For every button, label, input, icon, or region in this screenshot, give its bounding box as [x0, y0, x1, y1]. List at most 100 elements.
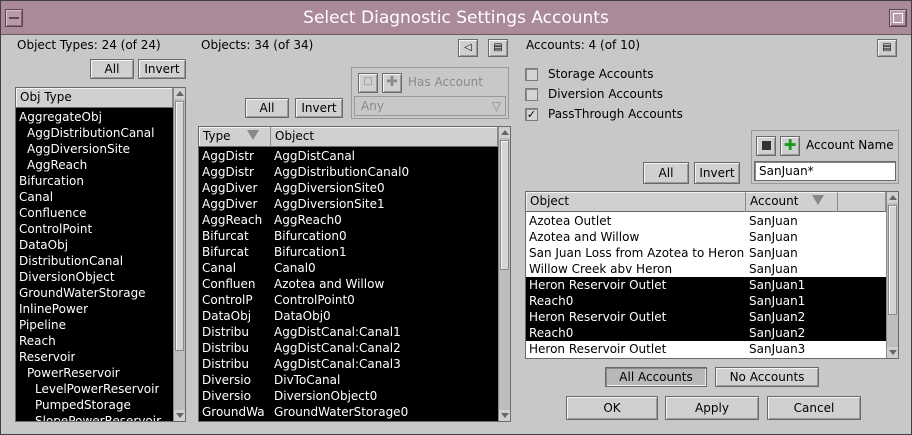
account-table-row[interactable]: Reach0 SanJuan1	[526, 293, 886, 309]
objtype-list-item[interactable]: Confluence	[16, 205, 173, 221]
accounts-invert-button[interactable]: Invert	[694, 162, 740, 184]
objects-list[interactable]: Type Object AggDistr AggDistCanal AggDistr…	[198, 126, 511, 422]
objects-all-button[interactable]: All	[245, 98, 289, 118]
diversion-accounts-checkbox[interactable]	[525, 88, 538, 101]
type-column[interactable]: Type	[199, 127, 271, 147]
accounts-scrollbar[interactable]	[886, 192, 898, 358]
objtype-list-item[interactable]: Bifurcation	[16, 173, 173, 189]
passthrough-accounts-checkbox[interactable]: ✓	[525, 108, 538, 121]
window-menu-button[interactable]	[5, 9, 23, 27]
objtypes-all-button[interactable]: All	[90, 59, 134, 79]
objtype-list-item[interactable]: LevelPowerReservoir	[16, 381, 173, 397]
scroll-thumb[interactable]	[500, 140, 509, 270]
scroll-thumb[interactable]	[175, 101, 184, 351]
objtypes-scrollbar[interactable]	[173, 88, 185, 421]
object-table-row[interactable]: Distribu AggDistCanal:Canal2	[199, 340, 498, 356]
object-column[interactable]: Object	[271, 127, 498, 147]
obj-type-column[interactable]: Obj Type	[16, 88, 173, 108]
object-table-row[interactable]: Diversio DiversionObject0	[199, 388, 498, 404]
objtype-list-item[interactable]: InlinePower	[16, 301, 173, 317]
account-table-row[interactable]: Heron Reservoir Outlet SanJuan2	[526, 309, 886, 325]
objtype-label: DiversionObject	[19, 270, 115, 284]
all-accounts-button[interactable]: All Accounts	[605, 367, 707, 387]
cancel-button[interactable]: Cancel	[767, 396, 861, 420]
object-table-row[interactable]: GroundWa GroundWaterStorage0	[199, 404, 498, 420]
object-name-cell: ControlPoint0	[274, 293, 355, 307]
accounts-all-button[interactable]: All	[643, 162, 689, 184]
scroll-thumb[interactable]	[888, 205, 897, 315]
objtype-list-item[interactable]: Reach	[16, 333, 173, 349]
account-column[interactable]: Account	[746, 192, 838, 212]
accounts-list[interactable]: Object Account Azotea Outlet SanJuan Azote…	[525, 191, 899, 359]
has-account-toggle[interactable]: □	[358, 73, 378, 93]
object-table-row[interactable]: Canal Canal0	[199, 260, 498, 276]
accounts-menu-button[interactable]: ▤	[877, 39, 897, 57]
objects-invert-button[interactable]: Invert	[295, 98, 343, 118]
scroll-up-arrow[interactable]	[174, 88, 185, 99]
scroll-down-arrow[interactable]	[174, 410, 185, 421]
object-table-row[interactable]: Distribu AggDistCanal:Canal3	[199, 356, 498, 372]
object-table-row[interactable]: AggDiver AggDiversionSite0	[199, 180, 498, 196]
account-table-row[interactable]: San Juan Loss from Azotea to Heron SanJua…	[526, 245, 886, 261]
objtype-list-item[interactable]: Canal	[16, 189, 173, 205]
accounts-column-header[interactable]: Object Account	[526, 192, 886, 212]
account-name-input[interactable]: SanJuan*	[754, 161, 896, 181]
objtype-list-item[interactable]: PowerReservoir	[16, 365, 173, 381]
object-table-row[interactable]: ControlP ControlPoint0	[199, 292, 498, 308]
objtype-list-item[interactable]: AggReach	[16, 157, 173, 173]
objtype-list-item[interactable]: DiversionObject	[16, 269, 173, 285]
account-table-row[interactable]: Reach0 SanJuan2	[526, 325, 886, 341]
collapse-left-button[interactable]: ◁	[458, 39, 478, 57]
account-name-toggle[interactable]	[756, 136, 776, 156]
objtype-list-item[interactable]: AggDistributionCanal	[16, 125, 173, 141]
scroll-down-arrow[interactable]	[887, 347, 898, 358]
object-table-row[interactable]: AggDiver AggDiversionSite1	[199, 196, 498, 212]
account-name-add-button[interactable]: ✚	[780, 136, 800, 156]
title-bar[interactable]: Select Diagnostic Settings Accounts	[1, 1, 911, 35]
object-table-row[interactable]: Bifurcat Bifurcation1	[199, 244, 498, 260]
objtype-list-item[interactable]: DistributionCanal	[16, 253, 173, 269]
account-table-row[interactable]: Willow Creek abv Heron SanJuan	[526, 261, 886, 277]
objtypes-column-header[interactable]: Obj Type	[16, 88, 173, 108]
account-object-column[interactable]: Object	[526, 192, 746, 212]
objtype-list-item[interactable]: Reservoir	[16, 349, 173, 365]
scroll-up-arrow[interactable]	[499, 127, 510, 138]
object-table-row[interactable]: AggDistr AggDistCanal	[199, 148, 498, 164]
objtype-list-item[interactable]: GroundWaterStorage	[16, 285, 173, 301]
account-table-row[interactable]: Heron Reservoir Outlet SanJuan3	[526, 341, 886, 357]
object-table-row[interactable]: Distribu AggDistCanal:Canal1	[199, 324, 498, 340]
storage-accounts-checkbox[interactable]	[525, 68, 538, 81]
object-table-row[interactable]: Diversio DivToCanal	[199, 372, 498, 388]
account-table-row[interactable]: Azotea and Willow SanJuan	[526, 229, 886, 245]
object-name-cell: AggDiversionSite0	[274, 181, 385, 195]
ok-button[interactable]: OK	[566, 396, 658, 420]
account-object-cell: Heron Reservoir Outlet	[529, 278, 667, 292]
no-accounts-button[interactable]: No Accounts	[715, 367, 819, 387]
objtypes-invert-button[interactable]: Invert	[138, 59, 186, 79]
object-table-row[interactable]: DataObj DataObj0	[199, 308, 498, 324]
objects-menu-button[interactable]: ▤	[488, 39, 508, 57]
account-table-row[interactable]: Heron Reservoir Outlet SanJuan1	[526, 277, 886, 293]
object-table-row[interactable]: Confluen Azotea and Willow	[199, 276, 498, 292]
account-table-row[interactable]: Azotea Outlet SanJuan	[526, 213, 886, 229]
objtype-list-item[interactable]: DataObj	[16, 237, 173, 253]
object-table-row[interactable]: Bifurcat Bifurcation0	[199, 228, 498, 244]
object-table-row[interactable]: AggDistr AggDistributionCanal0	[199, 164, 498, 180]
scroll-down-arrow[interactable]	[499, 410, 510, 421]
objtype-list-item[interactable]: AggDiversionSite	[16, 141, 173, 157]
objtype-list-item[interactable]: Pipeline	[16, 317, 173, 333]
object-type-cell: AggDistr	[202, 149, 254, 163]
scroll-up-arrow[interactable]	[887, 192, 898, 203]
has-account-dropdown[interactable]: Any ▽	[354, 96, 506, 116]
objtype-list-item[interactable]: SlopePowerReservoir	[16, 413, 173, 421]
maximize-button[interactable]	[889, 9, 907, 27]
objtype-list-item[interactable]: AggregateObj	[16, 109, 173, 125]
object-types-list[interactable]: Obj Type AggregateObj AggDistributionCana…	[15, 87, 186, 422]
has-account-add-button[interactable]: ✚	[382, 73, 402, 93]
objects-scrollbar[interactable]	[498, 127, 510, 421]
objtype-list-item[interactable]: ControlPoint	[16, 221, 173, 237]
apply-button[interactable]: Apply	[665, 396, 759, 420]
objects-column-header[interactable]: Type Object	[199, 127, 498, 147]
objtype-list-item[interactable]: PumpedStorage	[16, 397, 173, 413]
object-table-row[interactable]: AggReach AggReach0	[199, 212, 498, 228]
